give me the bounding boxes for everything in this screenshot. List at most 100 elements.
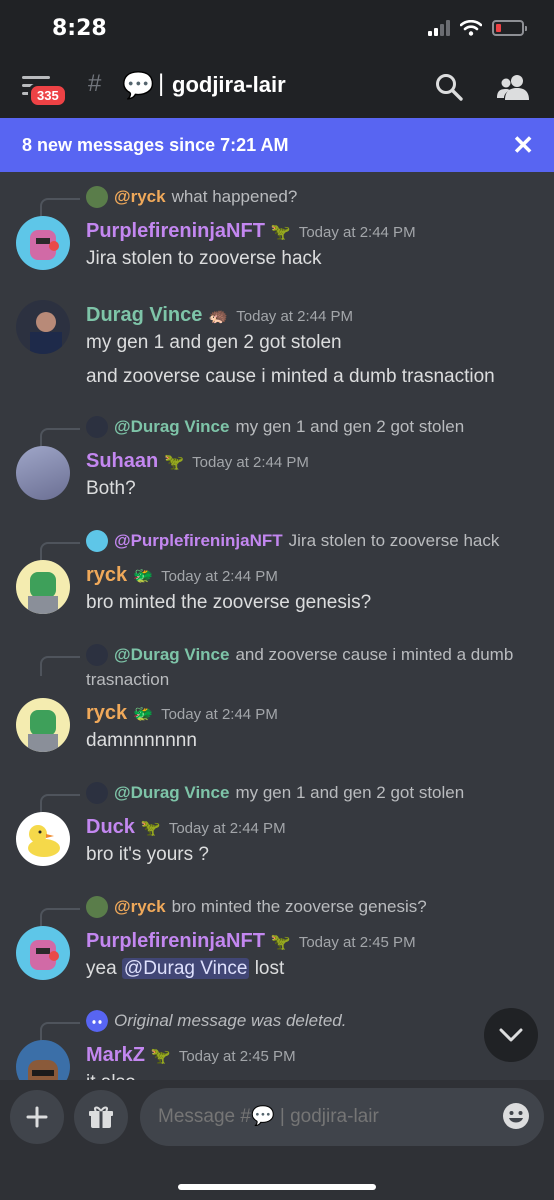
reply-text: what happened? bbox=[171, 187, 298, 206]
message-text-prefix: yea bbox=[86, 958, 117, 979]
channel-emoji: 💬 bbox=[122, 70, 155, 100]
new-messages-text: 8 new messages since 7:21 AM bbox=[22, 134, 289, 155]
message-input[interactable] bbox=[140, 1088, 544, 1146]
reply-text-continued: trasnaction bbox=[86, 670, 170, 689]
timestamp: Today at 2:45 PM bbox=[178, 1048, 296, 1065]
reply-avatar bbox=[86, 782, 108, 804]
reply-preview: Original message was deleted. bbox=[86, 1010, 346, 1032]
timestamp: Today at 2:45 PM bbox=[298, 934, 416, 951]
avatar[interactable] bbox=[16, 446, 70, 500]
add-attachment-button[interactable] bbox=[10, 1090, 64, 1144]
reply-text: Jira stolen to zooverse hack bbox=[288, 531, 500, 550]
members-icon[interactable] bbox=[496, 72, 530, 102]
role-icon: 🦖 bbox=[164, 454, 185, 471]
author-name[interactable]: Durag Vince bbox=[86, 304, 202, 327]
reply-text: my gen 1 and gen 2 got stolen bbox=[235, 417, 465, 436]
status-icons bbox=[428, 20, 527, 36]
role-icon: 🦖 bbox=[270, 934, 291, 951]
message-text: and zooverse cause i minted a dumb trasn… bbox=[86, 366, 495, 387]
reply-preview[interactable]: @PurplefireninjaNFT Jira stolen to zoove… bbox=[86, 530, 499, 552]
gift-icon bbox=[89, 1106, 113, 1128]
status-bar: 8:28 bbox=[0, 0, 554, 56]
message-text-suffix: lost bbox=[254, 958, 285, 979]
avatar[interactable] bbox=[16, 216, 70, 270]
message-text: yea @Durag Vince lost bbox=[86, 958, 284, 980]
author-name[interactable]: PurplefireninjaNFT bbox=[86, 220, 265, 243]
message-text: Both? bbox=[86, 478, 136, 499]
new-messages-banner[interactable]: 8 new messages since 7:21 AM ✕ bbox=[0, 118, 554, 172]
gift-button[interactable] bbox=[74, 1090, 128, 1144]
reply-avatar bbox=[86, 530, 108, 552]
reply-author: @Durag Vince bbox=[114, 645, 230, 664]
battery-icon bbox=[492, 20, 527, 36]
reply-avatar bbox=[86, 186, 108, 208]
timestamp: Today at 2:44 PM bbox=[298, 224, 416, 241]
role-icon: 🦖 bbox=[150, 1048, 171, 1065]
timestamp: Today at 2:44 PM bbox=[168, 820, 286, 837]
timestamp: Today at 2:44 PM bbox=[161, 568, 278, 585]
unread-badge: 335 bbox=[28, 83, 68, 108]
role-icon: 🐲 bbox=[133, 706, 154, 723]
avatar[interactable] bbox=[16, 300, 70, 354]
message-text: my gen 1 and gen 2 got stolen bbox=[86, 332, 342, 353]
hash-lock-icon: # bbox=[88, 70, 102, 97]
message-text: damnnnnnnn bbox=[86, 730, 197, 751]
timestamp: Today at 2:44 PM bbox=[161, 706, 278, 723]
role-icon: 🦖 bbox=[140, 820, 161, 837]
reply-author: @Durag Vince bbox=[114, 417, 230, 436]
reply-preview[interactable]: @Durag Vince my gen 1 and gen 2 got stol… bbox=[86, 416, 464, 438]
discord-logo-icon bbox=[86, 1010, 108, 1032]
channel-header: 335 # 💬 | godjira-lair bbox=[0, 56, 554, 118]
author-name[interactable]: Suhaan bbox=[86, 450, 158, 473]
deleted-reply-text: Original message was deleted. bbox=[114, 1011, 347, 1030]
reply-preview[interactable]: @ryck bro minted the zooverse genesis? bbox=[86, 896, 427, 918]
reply-preview[interactable]: @Durag Vince my gen 1 and gen 2 got stol… bbox=[86, 782, 464, 804]
emoji-icon[interactable] bbox=[502, 1102, 530, 1130]
scroll-to-bottom-button[interactable] bbox=[484, 1008, 538, 1062]
status-time: 8:28 bbox=[52, 16, 107, 41]
reply-text: and zooverse cause i minted a dumb bbox=[235, 645, 514, 664]
avatar[interactable] bbox=[16, 812, 70, 866]
timestamp: Today at 2:44 PM bbox=[192, 454, 309, 471]
avatar[interactable] bbox=[16, 698, 70, 752]
reply-avatar bbox=[86, 644, 108, 666]
channel-separator: | bbox=[158, 70, 165, 97]
timestamp: Today at 2:44 PM bbox=[236, 308, 353, 325]
author-name[interactable]: ryck bbox=[86, 564, 127, 587]
author-name[interactable]: PurplefireninjaNFT bbox=[86, 930, 265, 953]
search-icon[interactable] bbox=[434, 72, 464, 102]
message-composer bbox=[0, 1080, 554, 1200]
message-text: bro minted the zooverse genesis? bbox=[86, 592, 372, 613]
reply-avatar bbox=[86, 896, 108, 918]
message-text: Jira stolen to zooverse hack bbox=[86, 248, 322, 269]
reply-text: bro minted the zooverse genesis? bbox=[171, 897, 427, 916]
message-text: bro it's yours ? bbox=[86, 844, 209, 865]
channel-name[interactable]: godjira-lair bbox=[172, 72, 286, 98]
cellular-signal-icon bbox=[428, 20, 450, 36]
user-mention[interactable]: @Durag Vince bbox=[121, 958, 250, 979]
wifi-icon bbox=[460, 20, 482, 36]
reply-author: @ryck bbox=[114, 897, 166, 916]
author-name[interactable]: MarkZ bbox=[86, 1044, 145, 1067]
role-icon: 🐲 bbox=[133, 568, 154, 585]
reply-preview[interactable]: @ryck what happened? bbox=[86, 186, 297, 208]
plus-icon bbox=[26, 1106, 48, 1128]
reply-avatar bbox=[86, 416, 108, 438]
message-list[interactable]: @ryck what happened? PurplefireninjaNFT … bbox=[0, 172, 554, 1080]
close-icon[interactable]: ✕ bbox=[512, 130, 534, 161]
avatar[interactable] bbox=[16, 560, 70, 614]
reply-author: @Durag Vince bbox=[114, 783, 230, 802]
reply-author: @PurplefireninjaNFT bbox=[114, 531, 283, 550]
role-icon: 🦖 bbox=[270, 224, 291, 241]
author-name[interactable]: ryck bbox=[86, 702, 127, 725]
home-indicator bbox=[178, 1184, 376, 1190]
chevron-down-icon bbox=[499, 1028, 523, 1042]
avatar[interactable] bbox=[16, 926, 70, 980]
message-text: it also bbox=[86, 1072, 136, 1080]
role-icon: 🦔 bbox=[208, 308, 229, 325]
avatar[interactable] bbox=[16, 1040, 70, 1080]
reply-text: my gen 1 and gen 2 got stolen bbox=[235, 783, 465, 802]
author-name[interactable]: Duck bbox=[86, 816, 135, 839]
reply-preview[interactable]: @Durag Vince and zooverse cause i minted… bbox=[86, 644, 513, 666]
reply-author: @ryck bbox=[114, 187, 166, 206]
